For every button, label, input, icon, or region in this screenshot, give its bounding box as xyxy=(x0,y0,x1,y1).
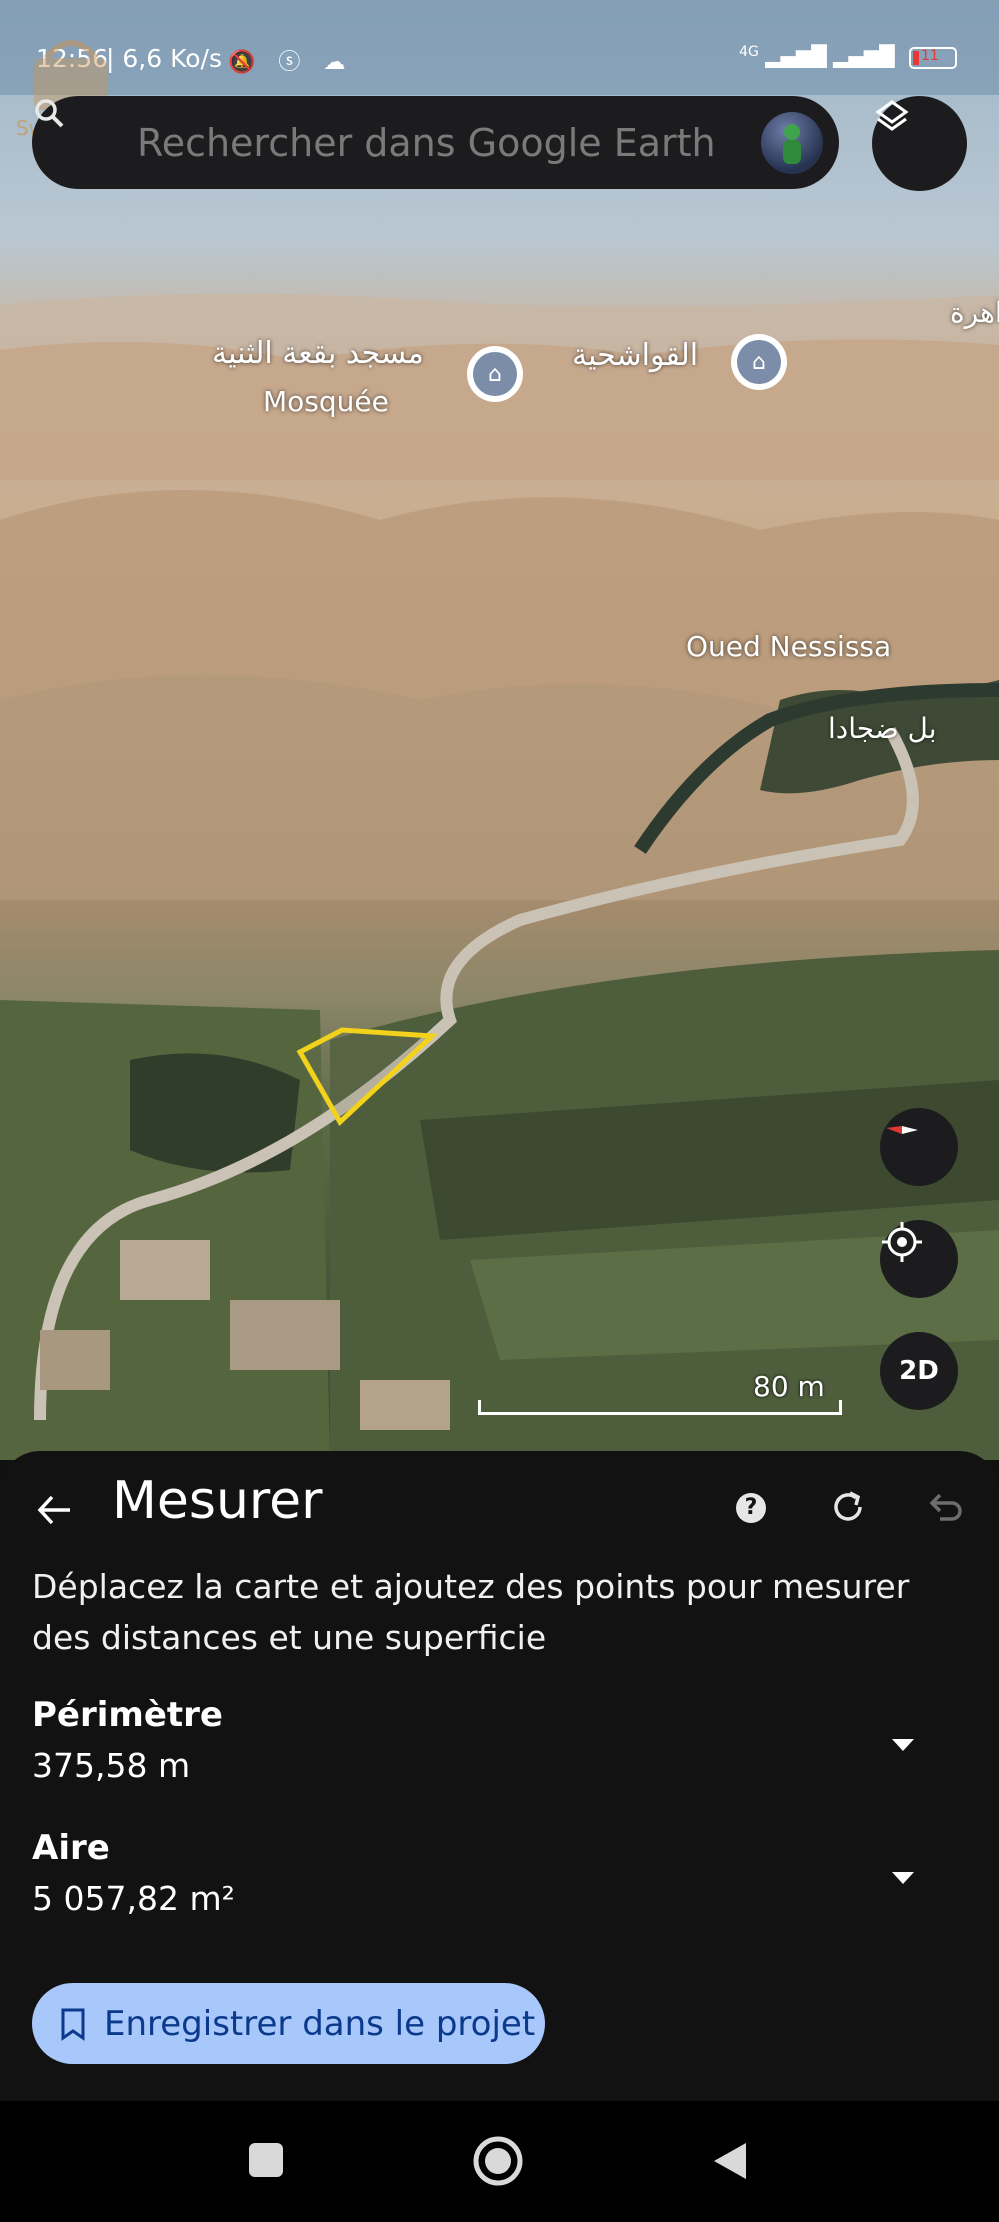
home-icon[interactable] xyxy=(472,2135,524,2187)
perimeter-dropdown-icon[interactable] xyxy=(890,1737,916,1753)
scale-bar xyxy=(478,1400,842,1415)
mosque-icon: ⌂ xyxy=(488,361,502,387)
map-label-river[interactable]: Oued Nessissa xyxy=(686,630,891,663)
undo-icon[interactable] xyxy=(922,1485,966,1529)
battery-icon: 11 xyxy=(909,46,957,69)
battery-level: 11 xyxy=(921,47,939,64)
search-bar[interactable] xyxy=(32,96,839,189)
area-label: Aire xyxy=(32,1828,110,1868)
status-signal: 4G ▂▄▆█ ▂▄▆█ 11 xyxy=(739,44,957,69)
search-input[interactable] xyxy=(135,110,739,176)
recents-icon[interactable] xyxy=(247,2141,285,2179)
map-label-mosque-french[interactable]: Mosquée xyxy=(263,385,389,418)
network-type: 4G xyxy=(739,44,759,60)
scale-label: 80 m xyxy=(753,1370,825,1403)
refresh-icon[interactable] xyxy=(826,1485,870,1529)
save-button-label: Enregistrer dans le projet xyxy=(104,2003,536,2044)
instructions-text: Déplacez la carte et ajoutez des points … xyxy=(32,1567,910,1657)
mosque-pin[interactable]: ⌂ xyxy=(467,346,523,402)
my-location-button[interactable] xyxy=(880,1220,958,1298)
area-value: 5 057,82 m² xyxy=(32,1879,235,1918)
search-icon[interactable] xyxy=(32,96,66,130)
save-to-project-button[interactable]: Enregistrer dans le projet xyxy=(32,1983,545,2064)
2d-toggle-button[interactable]: 2D xyxy=(880,1332,958,1410)
compass-button[interactable] xyxy=(880,1108,958,1186)
landmark-icon: ⌂ xyxy=(752,349,766,375)
perimeter-value: 375,58 m xyxy=(32,1746,191,1785)
signal-icon: ▂▄▆█ ▂▄▆█ xyxy=(765,44,895,68)
layers-icon xyxy=(875,100,909,131)
layers-button[interactable] xyxy=(872,96,967,191)
map-label-edge-arabic[interactable]: اهرة xyxy=(950,296,999,329)
map-label-mosque-arabic[interactable]: مسجد بقعة الثنية xyxy=(212,336,424,371)
avatar[interactable] xyxy=(761,112,823,174)
panel-title: Mesurer xyxy=(112,1471,323,1531)
perimeter-label: Périmètre xyxy=(32,1695,223,1735)
help-icon[interactable]: ? xyxy=(736,1493,766,1523)
landmark-pin[interactable]: ⌂ xyxy=(731,334,787,390)
back-nav-icon[interactable] xyxy=(710,2141,750,2181)
area-dropdown-icon[interactable] xyxy=(890,1870,916,1886)
map-label-village-arabic[interactable]: بل ضجادا xyxy=(828,712,937,745)
map-label-place-arabic[interactable]: القواشحية xyxy=(572,338,698,373)
system-nav-bar xyxy=(0,2101,999,2222)
my-location-icon xyxy=(882,1222,922,1262)
measure-panel: Mesurer ? Déplacez la carte et ajoutez d… xyxy=(0,1451,999,2101)
compass-icon xyxy=(886,1126,918,1134)
bookmark-icon xyxy=(61,2008,85,2041)
map-view[interactable]: 12:56 | 6,6 Ko/s 🔕 ⓢ ☁ 4G ▂▄▆█ ▂▄▆█ 11 S… xyxy=(0,0,999,1460)
back-arrow-icon[interactable] xyxy=(30,1485,80,1535)
status-notification-icons: 🔕 ⓢ ☁ xyxy=(228,50,354,75)
